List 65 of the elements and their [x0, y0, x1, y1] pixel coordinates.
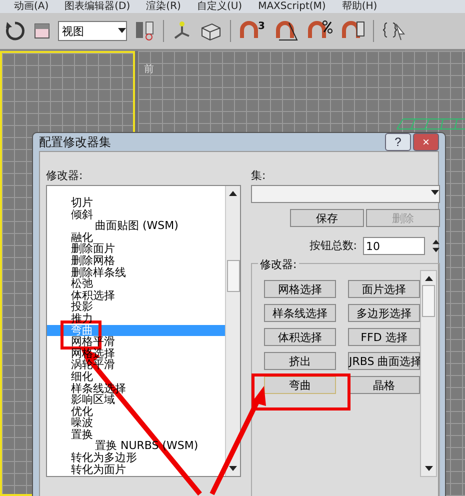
menu-item[interactable]: 自定义(U) [196, 0, 242, 12]
count-field[interactable]: 10 [363, 237, 425, 255]
spinner-icon[interactable] [431, 238, 440, 254]
modifier-button[interactable]: 多边形选择 [348, 304, 420, 322]
group-label: 修改器: [258, 257, 299, 272]
rotate-icon[interactable] [4, 20, 26, 42]
mirror-icon[interactable] [135, 20, 155, 42]
dialog-title: 配置修改器集 [39, 134, 111, 150]
modifier-button[interactable]: 网格选择 [264, 280, 336, 298]
list-item[interactable]: 影响区域 [47, 394, 225, 406]
list-item[interactable]: 投影 [47, 301, 225, 313]
list-item[interactable]: 松弛 [47, 278, 225, 290]
modifier-button[interactable]: 弯曲 [264, 376, 336, 394]
menu-item[interactable]: MAXScript(M) [258, 0, 326, 12]
list-item[interactable]: 体积选择 [47, 290, 225, 302]
dropdown-arrow-icon [118, 27, 126, 35]
named-selection-icon[interactable] [382, 20, 406, 42]
scroll-up-icon[interactable] [424, 274, 432, 282]
scroll-thumb[interactable] [226, 260, 240, 292]
axis-icon[interactable] [172, 21, 192, 41]
list-item[interactable]: 删除网格 [47, 254, 225, 267]
save-button[interactable]: 保存 [290, 209, 364, 227]
modifier-button[interactable]: JRBS 曲面选择 [348, 352, 420, 370]
list-item[interactable]: 倾斜 [47, 208, 225, 220]
list-item[interactable]: 转化为面片 [47, 464, 225, 476]
angle-snap-icon[interactable] [275, 20, 299, 42]
list-item[interactable]: 优化 [47, 406, 225, 418]
scrollbar[interactable] [420, 270, 437, 477]
list-item[interactable]: 删除样条线 [47, 266, 225, 278]
modifier-button[interactable]: FFD 选择 [348, 328, 420, 346]
modifier-button[interactable]: 挤出 [264, 352, 336, 370]
list-item[interactable]: 噪波 [47, 417, 225, 429]
modifiers-label: 修改器: [46, 168, 84, 183]
scroll-down-icon[interactable] [229, 465, 237, 473]
close-button[interactable]: × [413, 133, 439, 151]
sets-label: 集: [251, 168, 267, 183]
count-label: 按钮总数: [309, 238, 357, 252]
menu-item[interactable]: 帮助(H) [342, 0, 378, 12]
scrollbar[interactable] [225, 186, 240, 476]
menu-item[interactable]: 渲染(R) [146, 0, 181, 12]
list-item[interactable]: 转化为多边形 [47, 452, 225, 464]
box-icon[interactable] [200, 21, 222, 41]
dropdown-arrow-icon [431, 189, 439, 197]
modifier-button[interactable]: 晶格 [348, 376, 420, 394]
list-item[interactable]: 细化 [47, 370, 225, 382]
list-item[interactable]: 置换 NURBS (WSM) [47, 440, 225, 452]
modifier-button[interactable]: 体积选择 [264, 328, 336, 346]
viewport-label: 前 [144, 64, 154, 75]
menu-item[interactable]: 图表编辑器(D) [64, 0, 130, 12]
square-icon[interactable] [34, 23, 50, 39]
menu-item[interactable]: 动画(A) [14, 0, 49, 12]
modifier-button[interactable]: 面片选择 [348, 280, 420, 298]
list-item[interactable]: 删除面片 [47, 243, 225, 255]
scroll-up-icon[interactable] [229, 189, 237, 197]
set-dropdown[interactable] [251, 185, 440, 203]
view-dropdown[interactable]: 视图 [58, 21, 127, 41]
list-item[interactable]: 置换 [47, 428, 225, 440]
list-item[interactable]: 融化 [47, 232, 225, 244]
list-item[interactable]: 切片 [47, 197, 225, 209]
help-button[interactable]: ? [385, 133, 411, 151]
scroll-down-icon[interactable] [424, 465, 432, 473]
scroll-thumb[interactable] [422, 285, 435, 317]
wireframe-drawing [395, 117, 465, 131]
modifier-button[interactable]: 样条线选择 [264, 304, 336, 322]
list-item[interactable]: 曲面贴图 (WSM) [47, 220, 225, 232]
